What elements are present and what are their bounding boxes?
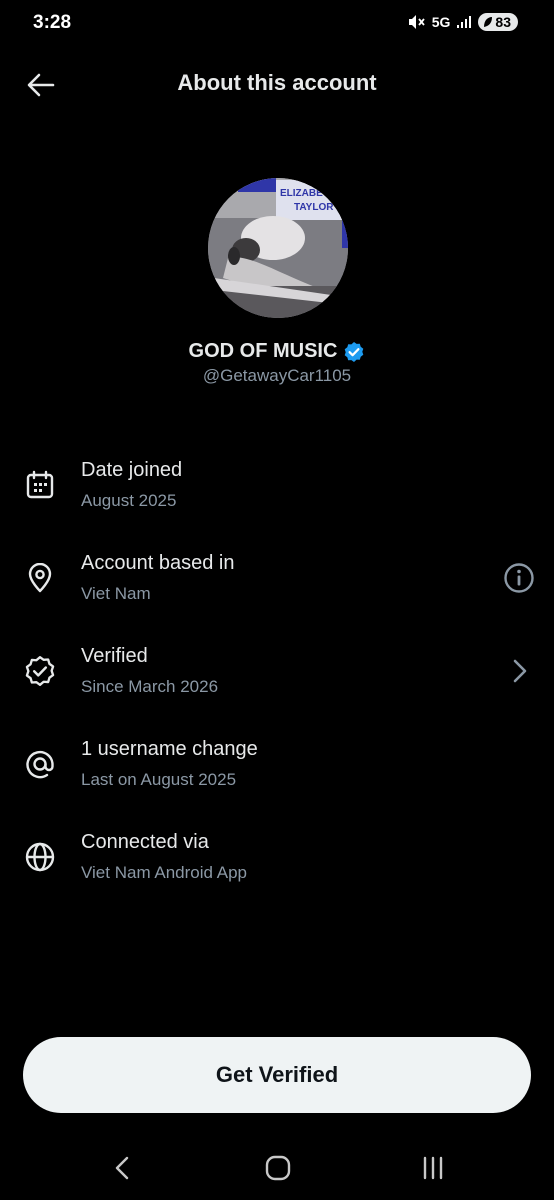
mute-icon bbox=[408, 15, 425, 29]
battery-indicator: 83 bbox=[478, 13, 518, 31]
info-title: Verified bbox=[81, 645, 148, 667]
info-title: Connected via bbox=[81, 831, 209, 853]
recents-icon bbox=[423, 1156, 443, 1180]
info-title: 1 username change bbox=[81, 738, 258, 760]
network-label: 5G bbox=[431, 14, 451, 30]
home-icon bbox=[265, 1155, 291, 1181]
battery-level: 83 bbox=[495, 14, 511, 30]
avatar[interactable]: ELIZABETH TAYLOR bbox=[208, 178, 348, 318]
info-subtitle: Since March 2026 bbox=[81, 677, 219, 696]
get-verified-button[interactable]: Get Verified bbox=[23, 1037, 531, 1113]
nav-home-button[interactable] bbox=[258, 1148, 298, 1188]
location-pin-icon bbox=[23, 561, 57, 595]
nav-back-button[interactable] bbox=[103, 1148, 143, 1188]
info-title: Account based in bbox=[81, 552, 235, 574]
signal-icon bbox=[457, 16, 472, 28]
info-subtitle: Viet Nam bbox=[81, 584, 151, 603]
chevron-right-icon[interactable] bbox=[502, 654, 536, 688]
info-row-verified[interactable]: Verified Since March 2026 bbox=[0, 624, 554, 717]
verified-badge-outline-icon bbox=[23, 654, 57, 688]
info-row-date-joined: Date joined August 2025 bbox=[0, 438, 554, 531]
info-row-account-based-in: Account based in Viet Nam bbox=[0, 531, 554, 624]
info-icon[interactable] bbox=[502, 561, 536, 595]
status-time: 3:28 bbox=[33, 12, 72, 33]
at-sign-icon bbox=[23, 747, 57, 781]
handle: @GetawayCar1105 bbox=[202, 366, 352, 385]
account-info-list: Date joined August 2025 Account based in… bbox=[0, 438, 554, 903]
avatar-text-line1: ELIZABETH bbox=[280, 188, 336, 199]
info-subtitle: August 2025 bbox=[81, 491, 177, 510]
info-title: Date joined bbox=[81, 459, 183, 481]
display-name: GOD OF MUSIC bbox=[188, 340, 338, 362]
system-nav-bar bbox=[0, 1140, 554, 1190]
calendar-icon bbox=[23, 468, 57, 502]
status-icons: 5G 83 bbox=[408, 13, 518, 31]
nav-recents-button[interactable] bbox=[413, 1148, 453, 1188]
chevron-left-icon bbox=[115, 1156, 129, 1180]
page-title: About this account bbox=[177, 70, 377, 95]
avatar-image: ELIZABETH TAYLOR bbox=[208, 178, 348, 318]
avatar-text-line2: TAYLOR bbox=[294, 202, 334, 213]
info-row-connected-via: Connected via Viet Nam Android App bbox=[0, 810, 554, 903]
info-subtitle: Last on August 2025 bbox=[81, 770, 237, 789]
verified-badge-icon bbox=[345, 341, 364, 362]
profile-name-row: GOD OF MUSIC bbox=[0, 340, 554, 363]
header: About this account bbox=[0, 58, 554, 110]
leaf-icon bbox=[484, 17, 493, 27]
status-bar: 3:28 5G 83 bbox=[0, 0, 554, 48]
info-row-username-change: 1 username change Last on August 2025 bbox=[0, 717, 554, 810]
info-subtitle: Viet Nam Android App bbox=[81, 863, 248, 882]
globe-icon bbox=[23, 840, 57, 874]
